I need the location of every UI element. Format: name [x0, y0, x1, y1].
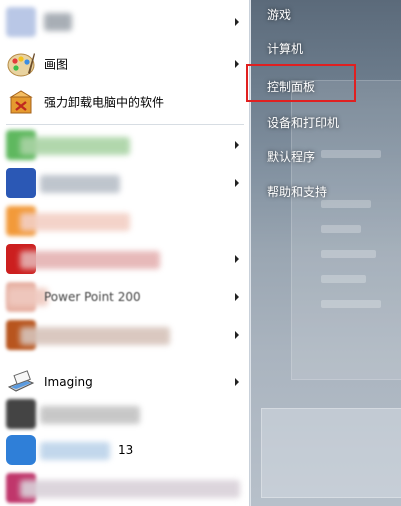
app-icon	[6, 168, 36, 198]
program-item-paint[interactable]: 画图	[0, 46, 248, 82]
program-item-uninstaller[interactable]: 强力卸载电脑中的软件	[0, 84, 248, 120]
paint-palette-icon	[6, 49, 36, 79]
program-item-blurred-2[interactable]	[0, 127, 248, 163]
imaging-scanner-icon	[6, 367, 36, 397]
program-label: 强力卸载电脑中的软件	[44, 95, 165, 110]
background-dialog	[261, 408, 401, 498]
background-decoration	[321, 225, 361, 233]
program-item-blurred-3[interactable]	[0, 165, 248, 201]
submenu-arrow-icon	[235, 378, 239, 386]
program-item-blurred-4[interactable]	[0, 203, 248, 239]
submenu-arrow-icon	[235, 141, 239, 149]
menu-item-default-programs[interactable]: 默认程序	[267, 148, 315, 165]
program-item-blurred-7[interactable]	[0, 396, 248, 432]
background-decoration	[321, 250, 376, 258]
program-item-powerpoint[interactable]: Power Point 200	[0, 279, 248, 315]
program-item-imaging[interactable]: Imaging	[0, 364, 248, 400]
menu-item-games[interactable]: 游戏	[267, 6, 291, 23]
submenu-arrow-icon	[235, 255, 239, 263]
annotation-highlight-box	[246, 64, 356, 102]
app-icon	[6, 435, 36, 465]
background-decoration	[321, 150, 381, 158]
program-item-blurred-8[interactable]: 13	[0, 432, 248, 468]
program-label: 13	[118, 443, 134, 457]
program-item-blurred-9[interactable]	[0, 470, 248, 506]
program-label: Power Point 200	[44, 290, 141, 304]
program-item-blurred-6[interactable]	[0, 317, 248, 353]
app-icon	[6, 7, 36, 37]
background-decoration	[321, 200, 371, 208]
menu-item-help-support[interactable]: 帮助和支持	[267, 183, 327, 200]
submenu-arrow-icon	[235, 331, 239, 339]
background-decoration	[321, 300, 381, 308]
menu-item-devices-printers[interactable]: 设备和打印机	[267, 114, 339, 131]
submenu-arrow-icon	[235, 293, 239, 301]
program-item-blurred-5[interactable]	[0, 241, 248, 277]
submenu-arrow-icon	[235, 18, 239, 26]
background-decoration	[321, 275, 366, 283]
program-item-blurred-1[interactable]	[0, 4, 248, 40]
menu-item-computer[interactable]: 计算机	[267, 40, 303, 57]
uninstaller-box-icon	[6, 87, 36, 117]
menu-divider	[6, 124, 244, 125]
submenu-arrow-icon	[235, 60, 239, 68]
start-menu-programs-pane: 画图 强力卸载电脑中的软件 Power Point 200 Imaging 13	[0, 0, 250, 506]
program-label: Imaging	[44, 375, 93, 389]
program-label: 画图	[44, 57, 69, 72]
submenu-arrow-icon	[235, 179, 239, 187]
app-icon	[6, 399, 36, 429]
